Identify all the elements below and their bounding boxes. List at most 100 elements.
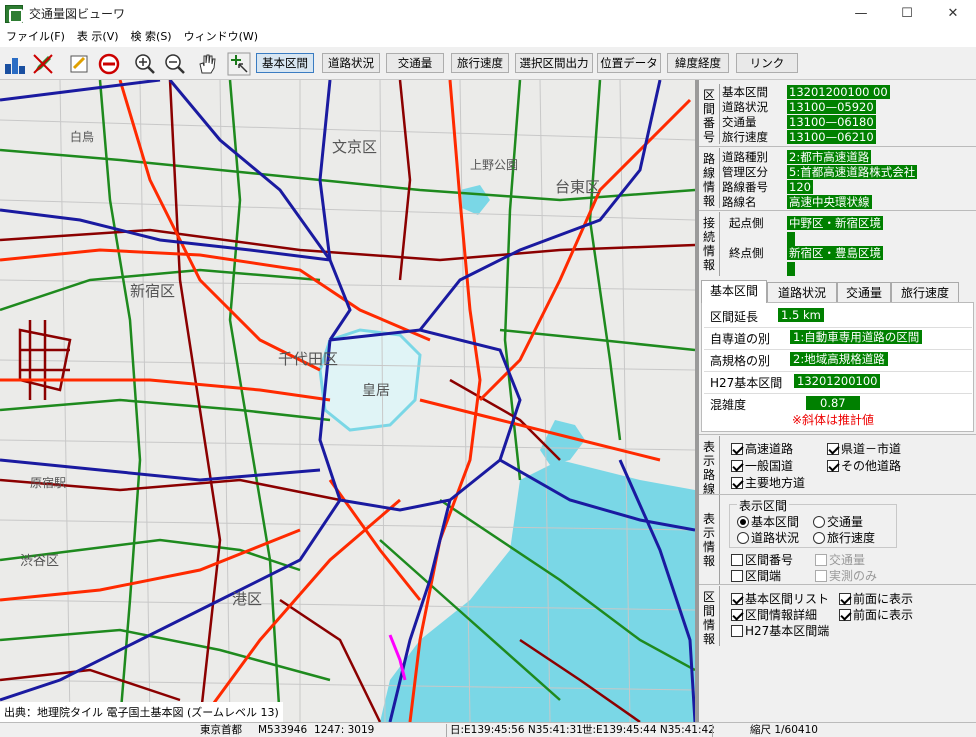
road-type-label: 道路種別: [722, 150, 768, 164]
check-box[interactable]: [731, 476, 743, 489]
check-section-number[interactable]: 区間番号: [731, 551, 793, 568]
select-cursor-icon[interactable]: [226, 51, 252, 77]
check-detail-bring-front[interactable]: 前面に表示: [839, 606, 913, 623]
tool-button-section-output[interactable]: 選択区間出力: [515, 53, 593, 73]
note-icon[interactable]: [66, 51, 92, 77]
tool-button-lat-lon[interactable]: 緯度経度: [667, 53, 729, 73]
menu-view[interactable]: 表 示(V): [71, 27, 125, 47]
end-side-marker: [787, 262, 795, 276]
radio-road-status[interactable]: 道路状況: [737, 529, 799, 546]
check-label: H27基本区間端: [745, 624, 830, 638]
tab-road-status[interactable]: 道路状況: [767, 282, 837, 303]
radio-circle[interactable]: [737, 531, 749, 544]
check-label: 区間番号: [745, 553, 794, 567]
check-box[interactable]: [839, 592, 851, 605]
traffic-volume-label: 交通量: [722, 115, 757, 129]
check-section-list[interactable]: 基本区間リスト: [731, 590, 829, 607]
map-canvas[interactable]: 文京区 新宿区 千代田区 港区 皇居 原宿駅 渋谷区 白鳥 上野公園 台東区 出…: [0, 80, 695, 722]
check-section-end[interactable]: 区間端: [731, 567, 781, 584]
map-label-minato: 港区: [232, 590, 263, 608]
radio-traffic-volume[interactable]: 交通量: [813, 513, 863, 530]
tab-traffic-volume[interactable]: 交通量: [837, 282, 891, 303]
check-other-road[interactable]: その他道路: [827, 457, 901, 474]
status-mesh: M533946: [258, 724, 308, 736]
map-label-shibuya: 渋谷区: [20, 554, 60, 569]
maximize-button[interactable]: ☐: [884, 0, 930, 27]
check-box[interactable]: [731, 624, 743, 637]
zoom-out-icon[interactable]: [162, 51, 188, 77]
layers-icon[interactable]: [2, 51, 28, 77]
check-h27-section-end[interactable]: H27基本区間端: [731, 622, 829, 639]
basic-section-value: 13201200100: [787, 85, 872, 99]
section-divider: [719, 84, 720, 144]
menu-bar: ファイル(F) 表 示(V) 検 索(S) ウィンドウ(W): [0, 27, 976, 47]
display-roads-heading: 表示路線: [702, 440, 715, 496]
start-side-marker: [787, 232, 795, 246]
road-type-value: 2:都市高速道路: [787, 150, 872, 164]
status-world-coord: 世:E139:45:44 N35:41:42: [582, 724, 715, 736]
status-scale: 縮尺 1/60410: [750, 724, 818, 736]
check-box[interactable]: [827, 442, 839, 455]
close-button[interactable]: ✕: [930, 0, 976, 27]
basic-section-suffix: 00: [871, 85, 890, 99]
map-label-shinjuku: 新宿区: [130, 282, 176, 300]
travel-speed-value: 13100—06210: [787, 130, 876, 144]
route-info-heading: 路線情報: [702, 152, 715, 208]
section-info-heading: 区間情報: [702, 590, 715, 646]
high-standard-label: 高規格の別: [710, 354, 771, 368]
end-side-label: 終点側: [729, 246, 764, 260]
tool-button-road-status[interactable]: 道路状況: [322, 53, 380, 73]
minimize-button[interactable]: —: [838, 0, 884, 27]
check-box: [815, 569, 827, 582]
app-icon: [5, 4, 23, 23]
travel-speed-label: 旅行速度: [722, 130, 768, 144]
window-title: 交通量図ビューワ: [29, 7, 126, 21]
display-section-group-title: 表示区間: [737, 497, 790, 514]
section-number-heading: 区間番号: [702, 88, 715, 144]
check-box[interactable]: [731, 608, 743, 621]
hand-pan-icon[interactable]: [194, 51, 220, 77]
radio-basic-section[interactable]: 基本区間: [737, 513, 799, 530]
check-label: 主要地方道: [745, 476, 806, 490]
section-length-value: 1.5 km: [778, 308, 824, 322]
check-box[interactable]: [731, 553, 743, 566]
status-area: 東京首都: [200, 724, 242, 736]
zoom-in-icon[interactable]: [132, 51, 158, 77]
menu-search[interactable]: 検 索(S): [125, 27, 178, 47]
road-status-value: 13100—05920: [787, 100, 876, 114]
check-section-detail[interactable]: 区間情報詳細: [731, 606, 817, 623]
tool-button-traffic-volume[interactable]: 交通量: [386, 53, 444, 73]
tool-button-link[interactable]: リンク: [736, 53, 798, 73]
check-box[interactable]: [731, 459, 743, 472]
congestion-label: 混雑度: [710, 398, 747, 412]
check-prefectural-road[interactable]: 県道－市道: [827, 440, 901, 457]
stop-icon[interactable]: [96, 51, 122, 77]
tool-button-position-data[interactable]: 位置データ: [597, 53, 661, 73]
check-box[interactable]: [839, 608, 851, 621]
radio-circle[interactable]: [813, 531, 825, 544]
radio-circle[interactable]: [737, 515, 749, 528]
check-major-local-road[interactable]: 主要地方道: [731, 474, 805, 491]
check-box[interactable]: [731, 442, 743, 455]
menu-file[interactable]: ファイル(F): [0, 27, 71, 47]
tool-button-travel-speed[interactable]: 旅行速度: [451, 53, 509, 73]
check-box[interactable]: [731, 569, 743, 582]
tab-page-basic-section: 区間延長 1.5 km 自専道の別 1:自動車専用道路の区間 高規格の別 2:地…: [701, 302, 974, 432]
radio-travel-speed[interactable]: 旅行速度: [813, 529, 875, 546]
check-box[interactable]: [827, 459, 839, 472]
menu-window[interactable]: ウィンドウ(W): [178, 27, 264, 47]
check-label: 一般国道: [745, 459, 794, 473]
divider: [699, 584, 976, 585]
status-japan-coord: 日:E139:45:56 N35:41:31: [450, 724, 583, 736]
tab-basic-section[interactable]: 基本区間: [701, 280, 767, 303]
check-expressway[interactable]: 高速道路: [731, 440, 793, 457]
check-measured-only-disabled: 実測のみ: [815, 567, 877, 584]
check-national-road[interactable]: 一般国道: [731, 457, 793, 474]
radio-circle[interactable]: [813, 515, 825, 528]
tool-button-basic-section[interactable]: 基本区間: [256, 53, 314, 73]
check-list-bring-front[interactable]: 前面に表示: [839, 590, 913, 607]
edit-pen-icon[interactable]: [30, 51, 56, 77]
motorway-type-label: 自専道の別: [710, 332, 771, 346]
check-box[interactable]: [731, 592, 743, 605]
tab-travel-speed[interactable]: 旅行速度: [891, 282, 959, 303]
